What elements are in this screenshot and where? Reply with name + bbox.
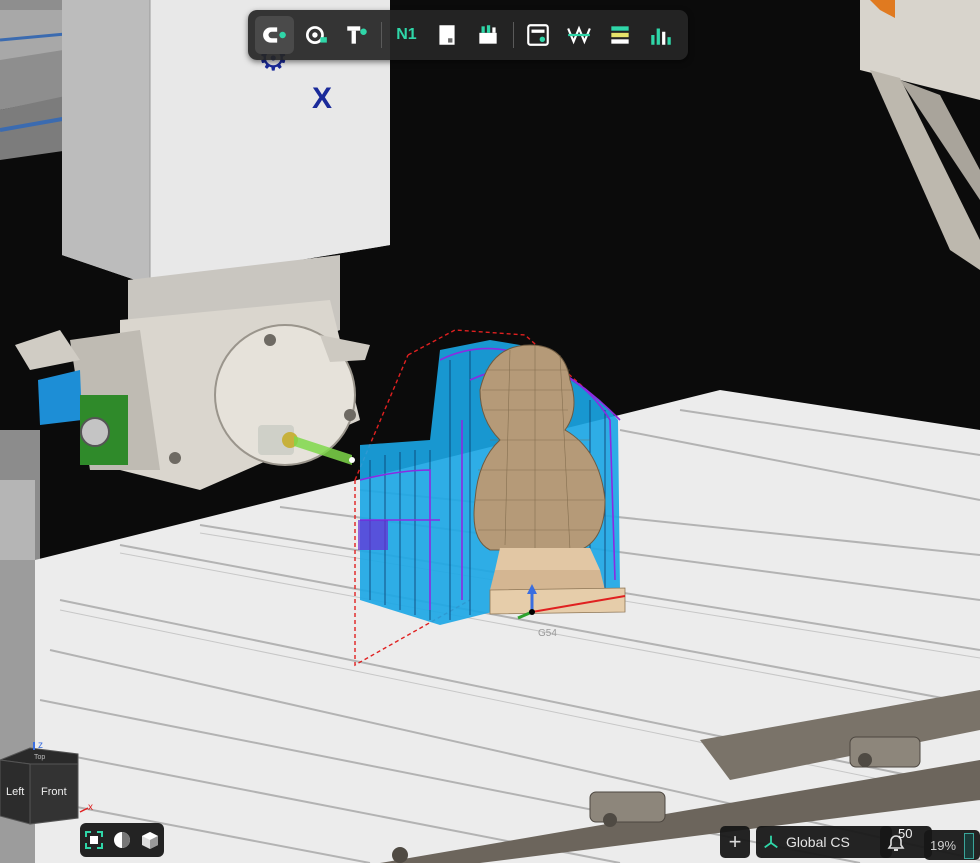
zoom-bar[interactable] [964,833,974,859]
stock-icon [439,25,456,45]
view-cube-front[interactable]: Front [41,786,67,798]
drill-operation-button[interactable] [337,16,376,54]
cube-display-icon [142,832,158,849]
toolpath-icon [567,25,592,45]
tools-button[interactable] [469,16,508,54]
machine-button[interactable] [519,16,558,54]
zoom-label: 19% [930,837,957,853]
analysis-icon [651,28,672,45]
3d-viewport[interactable]: ⚙ X [0,0,980,863]
svg-text:X: X [312,82,332,115]
coordinate-system-label: Global CS [786,834,850,850]
status-bar: + Global CS 50 19% [720,826,980,863]
shading-sphere-icon [114,832,130,848]
turn-operation-icon [305,26,327,44]
fit-view-button[interactable] [83,829,105,851]
turn-operation-button[interactable] [296,16,335,54]
notification-count: 50 [898,826,913,841]
tools-icon [479,25,498,44]
mill-operation-icon [262,27,286,43]
stock-button[interactable] [428,16,467,54]
axis-x-label: x [88,802,93,813]
view-controls [80,823,164,857]
drill-operation-icon [346,26,367,44]
origin-label: G54 [538,628,557,639]
machine-icon [527,24,550,46]
nc-program-label: N1 [396,26,417,43]
view-cube-graphic [0,742,89,825]
nc-program-button[interactable]: N1 [387,16,426,54]
view-cube[interactable]: z x Top Left Front [0,740,100,830]
machine-scene[interactable]: ⚙ X [0,0,980,863]
toolpath-button[interactable] [560,16,599,54]
top-toolbar: N1 [248,10,688,60]
view-cube-top[interactable]: Top [34,754,45,761]
analysis-button[interactable] [642,16,681,54]
axis-z-label: z [38,740,43,751]
fit-view-icon [85,831,103,849]
zoom-indicator[interactable]: 19% [924,830,980,860]
layers-icon [611,26,630,44]
view-cube-left[interactable]: Left [6,786,24,798]
shading-mode-button[interactable] [111,829,133,851]
coordinate-system-icon [764,835,778,849]
display-style-button[interactable] [139,829,161,851]
mill-operation-button[interactable] [255,16,294,54]
layers-button[interactable] [601,16,640,54]
add-button[interactable]: + [720,826,750,858]
toolbar-separator [381,22,382,48]
toolbar-separator [512,22,514,48]
coordinate-system-selector[interactable]: Global CS [756,826,892,858]
